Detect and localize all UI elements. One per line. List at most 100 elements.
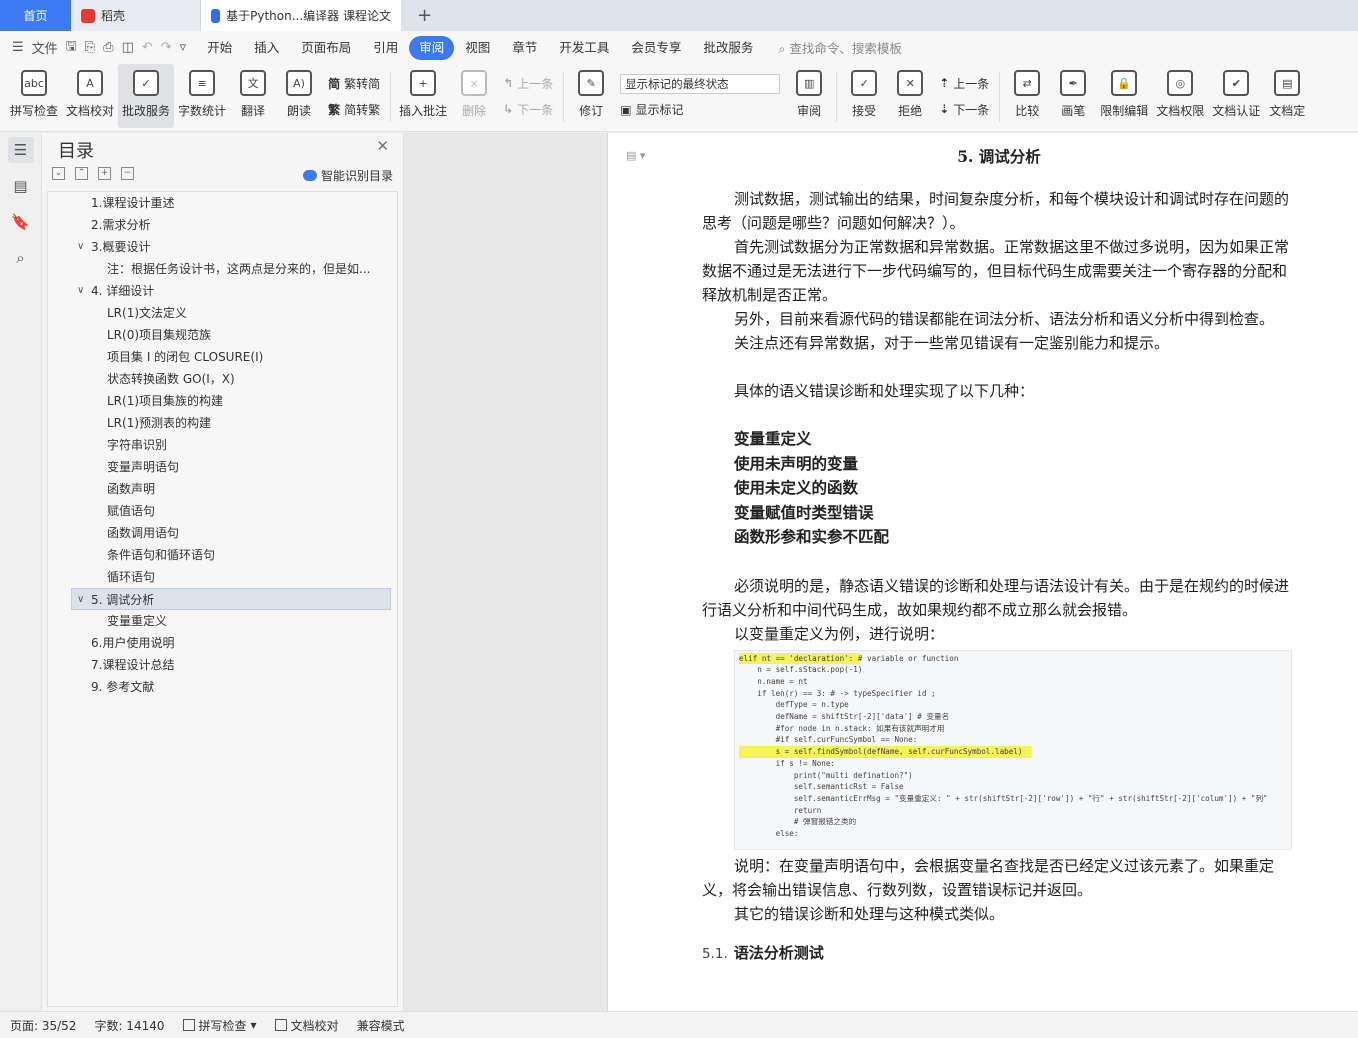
menu-layout[interactable]: 页面布局 bbox=[290, 36, 362, 60]
file-menu[interactable]: 文件 bbox=[32, 38, 58, 57]
wordcount-icon: ≡ bbox=[189, 70, 216, 96]
comment-nav-group: ↰ 上一条 ↳ 下一条 bbox=[497, 64, 559, 122]
close-icon[interactable]: ✕ bbox=[376, 137, 389, 155]
tab-document[interactable]: 基于Python...编译器 课程论文 bbox=[201, 0, 401, 31]
next-change-button[interactable]: ⇣ 下一条 bbox=[939, 101, 989, 118]
menu-view[interactable]: 视图 bbox=[454, 36, 501, 60]
status-spellcheck[interactable]: 拼写检查 ▾ bbox=[182, 1017, 257, 1034]
next-comment-button[interactable]: ↳ 下一条 bbox=[503, 101, 553, 118]
toc-item[interactable]: 项目集 I 的闭包 CLOSURE(I) bbox=[48, 346, 397, 368]
correct-service-button[interactable]: ✓ 批改服务 bbox=[118, 64, 175, 128]
spellcheck-button[interactable]: abc 拼写检查 bbox=[6, 64, 62, 128]
expand-up-icon[interactable]: ⌃ bbox=[75, 167, 88, 180]
toc-item[interactable]: 1.课程设计重述 bbox=[48, 192, 397, 214]
insert-comment-label: 插入批注 bbox=[399, 104, 448, 118]
toc-item[interactable]: 变量重定义 bbox=[48, 610, 397, 632]
simp-to-trad-button[interactable]: 繁简转繁 bbox=[328, 101, 380, 118]
toc-item-label: 字符串识别 bbox=[107, 438, 168, 452]
toc-item[interactable]: 7.课程设计总结 bbox=[48, 654, 397, 676]
toc-item[interactable]: LR(1)项目集族的构建 bbox=[48, 390, 397, 412]
toc-item[interactable]: 循环语句 bbox=[48, 566, 397, 588]
toc-item[interactable]: 2.需求分析 bbox=[48, 214, 397, 236]
bookmark-icon[interactable]: 🔖 bbox=[8, 209, 34, 235]
status-proof[interactable]: 文档校对 bbox=[274, 1017, 339, 1034]
trad-simp-icon: 简 bbox=[328, 76, 341, 91]
outline-icon[interactable]: ☰ bbox=[7, 137, 34, 163]
undo-icon[interactable]: ↶ bbox=[142, 40, 153, 55]
hamburger-icon[interactable]: ☰ bbox=[12, 40, 24, 55]
toc-item[interactable]: 9. 参考文献 bbox=[48, 676, 397, 698]
toc-item[interactable]: ∨ 4. 详细设计 bbox=[48, 280, 397, 302]
tab-daoke[interactable]: 稻壳 bbox=[71, 0, 201, 31]
page-menu-icon[interactable]: ▤ ▾ bbox=[626, 149, 645, 162]
collapse-all-icon[interactable]: ⌄ bbox=[52, 167, 65, 180]
chevron-down-icon[interactable]: ∨ bbox=[77, 280, 84, 302]
accept-button[interactable]: ✓ 接受 bbox=[841, 64, 887, 128]
translate-button[interactable]: 文翻译 bbox=[230, 64, 276, 128]
prev-comment-button[interactable]: ↰ 上一条 bbox=[503, 75, 553, 92]
compare-button[interactable]: ⇄ 比较 bbox=[1004, 64, 1050, 128]
prev-change-button[interactable]: ⇡ 上一条 bbox=[939, 75, 989, 92]
toc-item[interactable]: 函数调用语句 bbox=[48, 522, 397, 544]
command-search[interactable]: ⌕ 查找命令、搜索模板 bbox=[778, 38, 902, 57]
toc-item[interactable]: LR(1)文法定义 bbox=[48, 302, 397, 324]
left-rail: ☰ ▤ 🔖 ⌕ bbox=[0, 133, 42, 1011]
toc-item[interactable]: ∨ 5. 调试分析 bbox=[71, 588, 391, 610]
redo-icon[interactable]: ↷ bbox=[161, 40, 172, 55]
toc-item[interactable]: 函数声明 bbox=[48, 478, 397, 500]
insert-comment-button[interactable]: + 插入批注 bbox=[395, 64, 451, 128]
menu-reference[interactable]: 引用 bbox=[362, 36, 409, 60]
toc-item[interactable]: 赋值语句 bbox=[48, 500, 397, 522]
doc-certify-button[interactable]: ✔ 文档认证 bbox=[1208, 64, 1264, 128]
tab-home[interactable]: 首页 bbox=[0, 0, 71, 31]
preview-icon[interactable]: ◫ bbox=[122, 40, 134, 55]
chevron-down-icon[interactable]: ∨ bbox=[77, 589, 84, 609]
menu-start[interactable]: 开始 bbox=[196, 36, 243, 60]
search-icon[interactable]: ⌕ bbox=[8, 245, 34, 271]
menu-review[interactable]: 审阅 bbox=[409, 35, 455, 60]
track-changes-button[interactable]: ✎ 修订 bbox=[568, 64, 614, 128]
toc-item[interactable]: ∨ 3.概要设计 bbox=[48, 236, 397, 258]
menu-section[interactable]: 章节 bbox=[501, 36, 548, 60]
wordcount-button[interactable]: ≡ 字数统计 bbox=[174, 64, 230, 128]
markup-state-select[interactable]: 显示标记的最终状态 bbox=[620, 73, 781, 94]
chapter-nav-icon[interactable]: ▤ bbox=[8, 173, 34, 199]
restrict-edit-button[interactable]: 🔒 限制编辑 bbox=[1096, 64, 1152, 128]
menu-devtools[interactable]: 开发工具 bbox=[548, 36, 620, 60]
show-markup-button[interactable]: ▣ 显示标记 bbox=[620, 101, 780, 118]
code-screenshot[interactable]: elif nt == 'declaration': # variable or … bbox=[734, 649, 1292, 850]
new-tab-button[interactable]: + bbox=[401, 0, 442, 31]
trad-to-simp-button[interactable]: 简繁转简 bbox=[328, 75, 380, 92]
save-icon[interactable]: 🖫 bbox=[66, 37, 77, 59]
read-aloud-button[interactable]: A) 朗读 bbox=[276, 64, 322, 128]
toc-item[interactable]: 注：根据任务设计书，这两点是分来的，但是如... bbox=[48, 258, 397, 280]
toc-item[interactable]: 字符串识别 bbox=[48, 434, 397, 456]
pen-button[interactable]: ✒ 画笔 bbox=[1050, 64, 1096, 128]
menu-insert[interactable]: 插入 bbox=[243, 36, 290, 60]
document-page[interactable]: ▤ ▾ 5. 调试分析 测试数据，测试输出的结果，时间复杂度分析，和每个模块设计… bbox=[607, 133, 1358, 1011]
paragraph: 具体的语义错误诊断和处理实现了以下几种： bbox=[734, 382, 1035, 400]
doc-finalize-button[interactable]: ▤ 文档定 bbox=[1264, 64, 1310, 128]
customize-icon[interactable]: ▿ bbox=[180, 40, 187, 55]
toc-item[interactable]: 状态转换函数 GO(I，X) bbox=[48, 368, 397, 390]
toc-item[interactable]: 条件语句和循环语句 bbox=[48, 544, 397, 566]
toc-item[interactable]: LR(1)预测表的构建 bbox=[48, 412, 397, 434]
toc-item[interactable]: 变量声明语句 bbox=[48, 456, 397, 478]
doc-rights-button[interactable]: ◎ 文档权限 bbox=[1152, 64, 1208, 128]
review-pane-button[interactable]: ▥ 审阅 bbox=[786, 64, 832, 128]
smart-toc-button[interactable]: 智能识别目录 bbox=[302, 167, 393, 184]
toc-item[interactable]: 6.用户使用说明 bbox=[48, 632, 397, 654]
menu-correct[interactable]: 批改服务 bbox=[692, 36, 764, 60]
proof-button[interactable]: A 文档校对 bbox=[62, 64, 118, 128]
export-pdf-icon[interactable]: ⎘ bbox=[85, 40, 95, 55]
delete-comment-button[interactable]: × 删除 bbox=[451, 64, 497, 128]
page-indicator[interactable]: 页面: 35/52 bbox=[10, 1017, 76, 1034]
reject-button[interactable]: ✕ 拒绝 bbox=[887, 64, 933, 128]
menu-member[interactable]: 会员专享 bbox=[620, 36, 692, 60]
remove-level-icon[interactable]: − bbox=[121, 167, 134, 180]
word-count[interactable]: 字数: 14140 bbox=[94, 1017, 164, 1034]
chevron-down-icon[interactable]: ∨ bbox=[77, 236, 84, 258]
add-level-icon[interactable]: + bbox=[98, 167, 111, 180]
toc-item[interactable]: LR(0)项目集规范族 bbox=[48, 324, 397, 346]
print-icon[interactable]: ⎙ bbox=[103, 40, 113, 55]
